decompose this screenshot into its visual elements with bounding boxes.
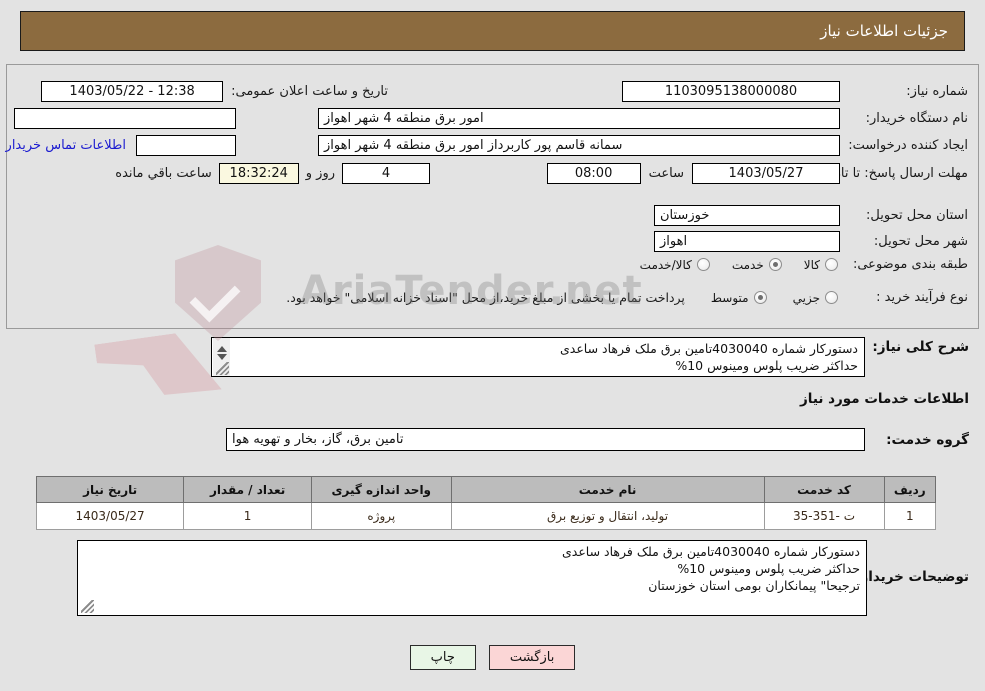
radio-icon[interactable] <box>768 258 782 271</box>
countdown-days-value: 4 <box>342 163 430 184</box>
chevron-up-icon[interactable] <box>216 346 227 352</box>
announce-row: تاریخ و ساعت اعلان عمومی: 1403/05/22 - 1… <box>41 81 388 102</box>
process-type-row: نوع فرآیند خرید : جزیي متوسط پرداخت تمام… <box>286 290 968 305</box>
general-description-label: شرح کلی نیاز: <box>872 339 969 355</box>
announce-value: 1403/05/22 - 12:38 <box>41 81 224 102</box>
delivery-province-row: استان محل تحویل: خوزستان <box>654 205 968 226</box>
deadline-row: مهلت ارسال پاسخ: تا تاریخ: 1403/05/27 سا… <box>546 163 968 184</box>
print-button[interactable]: چاپ <box>409 645 476 670</box>
services-table: ردیف کد خدمت نام خدمت واحد اندازه گیری ت… <box>35 476 937 530</box>
buyer-contact-link[interactable]: اطلاعات تماس خریدار <box>6 138 126 153</box>
buyer-org-label: نام دستگاه خریدار: <box>865 111 968 126</box>
description-panel: شرح کلی نیاز: دستورکار شماره 4030040تامی… <box>6 333 979 467</box>
radio-icon[interactable] <box>825 258 838 271</box>
service-group-row: گروه خدمت: تامین برق، گاز، بخار و تهویه … <box>226 428 969 451</box>
countdown-row: 4 روز و 18:32:24 ساعت باقي مانده <box>115 163 430 184</box>
process-type-label: نوع فرآیند خرید : <box>876 290 968 305</box>
resize-grip-icon[interactable] <box>216 362 229 375</box>
services-table-panel: ردیف کد خدمت نام خدمت واحد اندازه گیری ت… <box>6 469 979 635</box>
countdown-time-value: 18:32:24 <box>218 163 299 184</box>
buyer-notes-value: دستورکار شماره 4030040تامین برق ملک فرها… <box>561 544 860 593</box>
classification-option-label: کالا <box>803 257 820 272</box>
description-scrollbar[interactable] <box>212 338 230 376</box>
need-details-panel: شماره نیاز: 1103095138000080 نام دستگاه … <box>6 64 979 329</box>
process-option-motevaset[interactable]: متوسط <box>711 291 767 305</box>
page-title: جزئیات اطلاعات نیاز <box>820 22 948 40</box>
services-section-row: اطلاعات خدمات مورد نیاز <box>800 391 969 407</box>
delivery-province-value: خوزستان <box>654 205 840 226</box>
request-creator-value: سمانه قاسم پور کاربرداز امور برق منطقه 4… <box>318 135 840 156</box>
buyer-org-extra-row <box>14 108 236 129</box>
creator-extra-row: اطلاعات تماس خریدار <box>6 135 236 156</box>
process-option-label: متوسط <box>710 290 749 305</box>
buyer-notes-label: توضیحات خریدار: <box>855 569 969 585</box>
classification-option-label: کالا/خدمت <box>639 257 692 272</box>
col-service-name: نام خدمت <box>450 476 765 503</box>
buyer-org-extra-field[interactable] <box>14 108 236 129</box>
table-header-row: ردیف کد خدمت نام خدمت واحد اندازه گیری ت… <box>35 476 937 503</box>
delivery-city-value: اهواز <box>654 231 840 252</box>
delivery-city-row: شهر محل تحویل: اهواز <box>654 231 968 252</box>
classification-row: طبقه بندی موضوعی: کالا خدمت کالا/خدمت <box>640 257 968 272</box>
general-description-row: شرح کلی نیاز: <box>871 339 969 355</box>
process-option-jozei[interactable]: جزیي <box>793 291 838 305</box>
general-description-value: دستورکار شماره 4030040تامین برق ملک فرها… <box>559 341 858 373</box>
chevron-down-icon[interactable] <box>216 354 227 360</box>
cell-row-no: 1 <box>883 502 937 530</box>
classification-label: طبقه بندی موضوعی: <box>852 257 968 272</box>
deadline-date-value: 1403/05/27 <box>692 163 840 184</box>
back-button[interactable]: بازگشت <box>488 645 576 670</box>
request-creator-label: ایجاد کننده درخواست: <box>848 138 968 153</box>
countdown-remaining-label: ساعت باقي مانده <box>115 166 212 181</box>
service-group-value: تامین برق، گاز، بخار و تهویه هوا <box>226 428 865 451</box>
classification-option-khedmat[interactable]: خدمت <box>732 258 782 272</box>
classification-option-kala[interactable]: کالا <box>804 258 838 272</box>
radio-icon[interactable] <box>753 291 767 304</box>
buyer-notes-textarea[interactable]: دستورکار شماره 4030040تامین برق ملک فرها… <box>77 540 867 616</box>
col-quantity: تعداد / مقدار <box>183 476 312 503</box>
deadline-label: مهلت ارسال پاسخ: تا تاریخ: <box>818 165 968 181</box>
col-need-date: تاریخ نیاز <box>35 476 185 503</box>
service-group-label: گروه خدمت: <box>886 431 969 448</box>
need-number-row: شماره نیاز: 1103095138000080 <box>622 81 968 102</box>
announce-label: تاریخ و ساعت اعلان عمومی: <box>231 84 388 99</box>
general-description-textarea[interactable]: دستورکار شماره 4030040تامین برق ملک فرها… <box>211 337 865 377</box>
table-row: 1 ت -351-35 تولید، انتقال و توزیع برق پر… <box>35 502 937 530</box>
classification-option-label: خدمت <box>731 257 764 272</box>
col-service-code: کد خدمت <box>763 476 885 503</box>
radio-icon[interactable] <box>696 258 710 271</box>
resize-grip-icon[interactable] <box>81 600 94 613</box>
cell-service-code: ت -351-35 <box>763 502 885 530</box>
need-number-label: شماره نیاز: <box>906 84 968 99</box>
cell-quantity: 1 <box>183 502 312 530</box>
col-unit: واحد اندازه گیری <box>311 476 452 503</box>
cell-need-date: 1403/05/27 <box>35 502 185 530</box>
delivery-province-label: استان محل تحویل: <box>866 208 968 223</box>
treasury-note: پرداخت تمام یا بخشی از مبلغ خرید،از محل … <box>286 290 685 305</box>
delivery-city-label: شهر محل تحویل: <box>873 234 968 249</box>
buyer-notes-label-row: توضیحات خریدار: <box>855 569 969 585</box>
countdown-days-label: روز و <box>305 166 335 181</box>
creator-extra-field[interactable] <box>136 135 236 156</box>
deadline-time-value: 08:00 <box>546 163 641 184</box>
buyer-org-value: امور برق منطقه 4 شهر اهواز <box>318 108 840 129</box>
col-row-no: ردیف <box>883 476 937 503</box>
deadline-hour-label: ساعت <box>648 166 684 181</box>
cell-unit: پروژه <box>311 502 452 530</box>
classification-option-kala-khedmat[interactable]: کالا/خدمت <box>640 258 710 272</box>
action-buttons: بازگشت چاپ <box>0 645 985 670</box>
services-section-title: اطلاعات خدمات مورد نیاز <box>799 391 969 407</box>
buyer-org-row: نام دستگاه خریدار: امور برق منطقه 4 شهر … <box>318 108 968 129</box>
page-title-bar: جزئیات اطلاعات نیاز <box>20 11 965 51</box>
process-option-label: جزیي <box>792 290 820 305</box>
request-creator-row: ایجاد کننده درخواست: سمانه قاسم پور کارب… <box>318 135 968 156</box>
need-number-value: 1103095138000080 <box>622 81 840 102</box>
cell-service-name: تولید، انتقال و توزیع برق <box>450 502 765 530</box>
radio-icon[interactable] <box>825 291 838 304</box>
